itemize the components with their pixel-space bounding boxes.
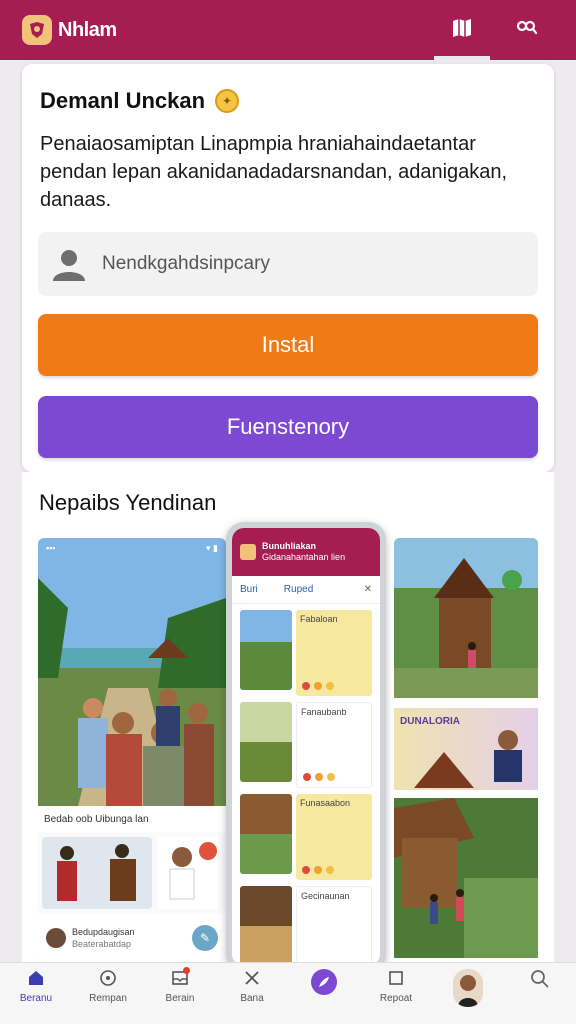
nav-inbox-label: Berain (165, 993, 195, 1004)
nav-tools-label: Bana (240, 993, 264, 1004)
nav-home-label: Beranu (19, 993, 53, 1004)
nav-tools[interactable]: Bana (216, 963, 288, 1024)
app-title: Nhlam (58, 18, 117, 41)
wooden-house-photo (394, 538, 538, 698)
screenshot-left[interactable]: ▪▪▪ ▾ ▮ Bedab oob Uibunga lan Bedupdaugis… (38, 538, 226, 962)
notification-dot (183, 967, 190, 974)
feed-item[interactable]: Gecinaunan (240, 886, 372, 966)
people-thumbnail (42, 837, 152, 909)
footer-avatar (46, 928, 66, 948)
screenshots-section: Nepaibs Yendinan ▪▪▪ ▾ ▮ Bedab oob Uibung… (22, 472, 554, 972)
feed-title: Fabaloan (300, 614, 338, 624)
phone-app-logo (240, 544, 256, 560)
phone-tabs: Buri Ruped ✕ (232, 576, 380, 604)
app-logo (22, 15, 52, 45)
feed-image (240, 794, 292, 874)
people-button[interactable] (498, 0, 554, 60)
map-icon (450, 16, 474, 45)
secondary-button[interactable]: Fuenstenory (38, 396, 538, 458)
phone-tab-two[interactable]: Ruped (284, 584, 313, 595)
left-caption: Bedab oob Uibunga lan (38, 806, 226, 832)
feed-card: Fanaubanb (296, 702, 372, 788)
feed-card: Fabaloan (296, 610, 372, 696)
square-icon (387, 969, 405, 990)
phone-app-header: Bunuhliakan Gidanahantahan lien (232, 528, 380, 576)
left-footer-sub: Beaterabatdap (72, 939, 132, 949)
card-title-text: Demanl Unckan (40, 88, 206, 113)
nav-create[interactable] (288, 963, 360, 1024)
install-button[interactable]: Instal (38, 314, 538, 376)
home-icon (27, 969, 45, 990)
feed-image (240, 610, 292, 690)
feed-title: Fanaubanb (301, 707, 347, 717)
feather-icon (311, 969, 337, 995)
feed-image (240, 702, 292, 782)
card-description: Penaiaosamiptan Linapmpia hraniahaindaet… (40, 133, 508, 211)
bottom-nav: Beranu Rempan Berain Bana Repoat (0, 962, 576, 1024)
nav-explore-label: Rempan (89, 993, 127, 1004)
phone-mockup[interactable]: Bunuhliakan Gidanahantahan lien Buri Rup… (226, 522, 386, 972)
section-title: Nepaibs Yendinan (39, 490, 217, 515)
promo-banner: DUNALORIA (394, 708, 538, 790)
phone-tab-one[interactable]: Buri (240, 584, 258, 595)
map-button[interactable] (434, 0, 490, 60)
nav-profile[interactable] (432, 963, 504, 1024)
phone-app-name: Bunuhliakan (262, 541, 317, 551)
nav-home[interactable]: Beranu (0, 963, 72, 1024)
feed-card: Gecinaunan (296, 886, 372, 966)
nav-explore[interactable]: Rempan (72, 963, 144, 1024)
name-input[interactable] (102, 253, 502, 275)
medal-icon: ✦ (215, 89, 240, 113)
left-status-bar: ▪▪▪ ▾ ▮ (46, 542, 218, 554)
card-title: Demanl Unckan ✦ (40, 88, 240, 114)
edit-icon[interactable]: ✎ (192, 925, 218, 951)
feed-title: Gecinaunan (301, 891, 350, 901)
village-photo (38, 538, 226, 806)
tools-icon (243, 969, 261, 990)
left-caption-title: Bedab oob Uibunga lan (44, 813, 149, 825)
feed-item[interactable]: Funasaabon (240, 794, 372, 880)
avatar-icon (453, 969, 483, 1007)
search-icon (530, 969, 550, 992)
feed-card: Funasaabon (296, 794, 372, 880)
person-thumbnail (158, 837, 218, 909)
phone-close-icon[interactable]: ✕ (364, 584, 372, 595)
name-field[interactable] (38, 232, 538, 296)
nav-report[interactable]: Repoat (360, 963, 432, 1024)
nav-report-label: Repoat (379, 993, 413, 1004)
garden-photo (394, 798, 538, 958)
feed-title: Funasaabon (300, 798, 351, 808)
nav-search[interactable] (504, 963, 576, 1024)
feed-item[interactable]: Fanaubanb (240, 702, 372, 788)
left-footer-title: Bedupdaugisan (72, 927, 135, 937)
app-header: Nhlam (0, 0, 576, 60)
feed-image (240, 886, 292, 966)
intro-card: Demanl Unckan ✦ Penaiaosamiptan Linapmpi… (22, 64, 554, 472)
nav-inbox[interactable]: Berain (144, 963, 216, 1024)
screenshot-right[interactable]: DUNALORIA (394, 538, 538, 962)
people-icon (513, 18, 539, 43)
compass-icon (99, 969, 117, 990)
left-people-row (38, 832, 226, 914)
left-footer: Bedupdaugisan Beaterabatdap ✎ (38, 914, 226, 962)
user-avatar-icon (50, 245, 88, 283)
feed-item[interactable]: Fabaloan (240, 610, 372, 696)
phone-app-sub: Gidanahantahan lien (262, 552, 346, 562)
